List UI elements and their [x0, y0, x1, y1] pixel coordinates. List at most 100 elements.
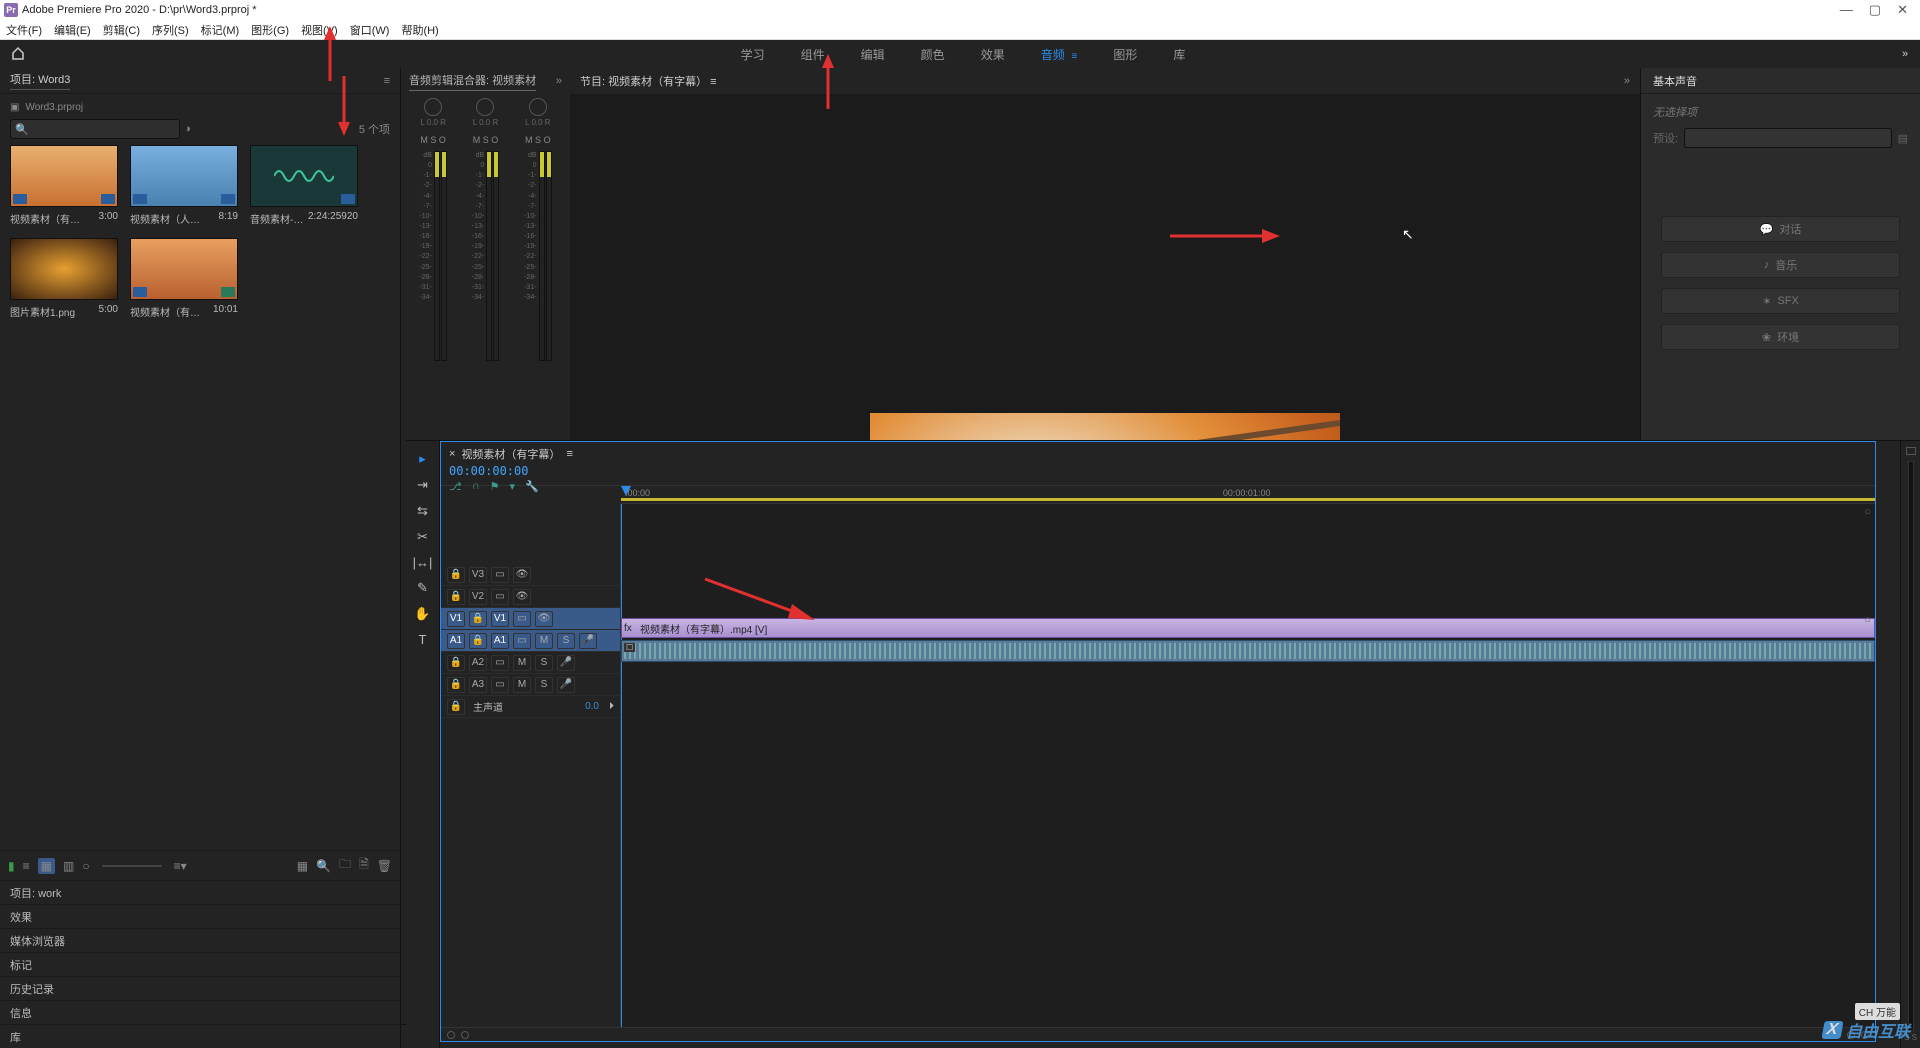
voice-icon[interactable]: 🎤 — [579, 633, 597, 649]
solo-button[interactable]: S — [483, 135, 489, 145]
type-tool[interactable]: T — [419, 632, 427, 647]
voice-icon[interactable]: 🎤 — [557, 677, 575, 693]
master-value[interactable]: 0.0 — [585, 701, 599, 712]
filter-button[interactable]: ◑ — [184, 123, 191, 135]
solo-label[interactable]: S — [535, 677, 553, 693]
lock-icon[interactable]: 🔒 — [469, 633, 487, 649]
minimize-button[interactable]: — — [1840, 2, 1853, 18]
menu-file[interactable]: 文件(F) — [6, 22, 42, 38]
program-title[interactable]: 节目: 视频素材（有字幕） ≡ — [580, 73, 717, 89]
menu-window[interactable]: 窗口(W) — [350, 22, 390, 38]
razor-tool[interactable]: ✂ — [417, 529, 428, 545]
wk-tab-audio[interactable]: 音频 ≡ — [1037, 42, 1082, 67]
find-button[interactable]: 🔍 — [316, 859, 331, 873]
panel-tab-project-work[interactable]: 项目: work — [0, 880, 400, 904]
wk-overflow-button[interactable]: » — [1890, 48, 1920, 60]
panel-menu-icon[interactable]: ≡ — [384, 75, 390, 87]
record-button[interactable]: O — [544, 135, 551, 145]
lock-icon[interactable]: 🔒 — [469, 611, 487, 627]
settings-button[interactable]: ▾ — [509, 480, 515, 493]
auto-match-button[interactable]: ▦ — [297, 859, 308, 873]
essential-sound-header[interactable]: 基本声音 — [1641, 68, 1920, 94]
lock-icon[interactable]: 🔒 — [447, 567, 465, 583]
track-a1[interactable]: A1 — [491, 633, 509, 649]
menu-edit[interactable]: 编辑(E) — [54, 22, 91, 38]
panel-tab-library[interactable]: 库 — [0, 1024, 400, 1048]
solo-label[interactable]: S — [557, 633, 575, 649]
bin-icon[interactable]: ▣ — [10, 102, 19, 113]
mute-button[interactable]: M — [473, 135, 481, 145]
panel-tab-info[interactable]: 信息 — [0, 1000, 400, 1024]
media-item[interactable]: 视频素材（人…8:19 — [130, 145, 238, 226]
record-button[interactable]: O — [439, 135, 446, 145]
media-item[interactable]: 音频素材-…2:24:25920 — [250, 145, 358, 226]
media-item[interactable]: 视频素材（有…10:01 — [130, 238, 238, 319]
menu-sequence[interactable]: 序列(S) — [152, 22, 189, 38]
timeline-scrollbar[interactable] — [441, 1027, 1875, 1041]
track-a2[interactable]: A2 — [469, 655, 487, 671]
timeline-ruler[interactable]: :00:00 00:00:01:00 — [621, 486, 1875, 504]
wrench-button[interactable]: 🔧 — [525, 480, 539, 493]
eye-icon[interactable]: 👁 — [513, 589, 531, 605]
mute-label[interactable]: M — [535, 633, 553, 649]
mute-button[interactable]: M — [420, 135, 428, 145]
menu-view[interactable]: 视图(V) — [301, 22, 338, 38]
mute-button[interactable]: M — [525, 135, 533, 145]
timeline-tab[interactable]: 视频素材（有字幕） — [461, 446, 560, 462]
new-bin-button[interactable]: 🗀 — [339, 855, 351, 876]
solo-button[interactable]: S — [430, 135, 436, 145]
toggle-output-icon[interactable]: ▭ — [491, 677, 509, 693]
audio-clip[interactable]: ☐ — [621, 640, 1875, 662]
ess-music-button[interactable]: ♪音乐 — [1661, 252, 1900, 278]
track-a3[interactable]: A3 — [469, 677, 487, 693]
toggle-output-icon[interactable]: ▭ — [491, 655, 509, 671]
track-v3[interactable]: V3 — [469, 567, 487, 583]
toggle-output-icon[interactable]: ▭ — [513, 611, 531, 627]
pan-knob[interactable] — [424, 98, 442, 116]
track-select-tool[interactable]: ⇥ — [417, 477, 428, 493]
home-button[interactable] — [0, 40, 36, 68]
voice-icon[interactable]: 🎤 — [557, 655, 575, 671]
toggle-output-icon[interactable]: ▭ — [491, 567, 509, 583]
project-breadcrumb[interactable]: Word3.prproj — [25, 102, 83, 113]
pan-knob[interactable] — [476, 98, 494, 116]
media-item[interactable]: 视频素材（有…3:00 — [10, 145, 118, 226]
selection-tool[interactable]: ▸ — [419, 451, 426, 467]
wk-tab-assembly[interactable]: 组件 — [797, 42, 829, 67]
expand-icon[interactable]: ⏵ — [609, 701, 614, 712]
playhead-line[interactable] — [621, 504, 622, 1027]
eye-icon[interactable]: 👁 — [513, 567, 531, 583]
wk-tab-learn[interactable]: 学习 — [737, 42, 769, 67]
menu-help[interactable]: 帮助(H) — [401, 22, 438, 38]
freeform-view-button[interactable]: ▥ — [63, 859, 74, 873]
lock-icon[interactable]: 🔒 — [447, 677, 465, 693]
link-button[interactable]: ∩ — [472, 480, 480, 493]
video-clip[interactable]: fx视频素材（有字幕）.mp4 [V] — [621, 618, 1875, 638]
preset-menu-icon[interactable]: ▤ — [1898, 132, 1908, 145]
preset-dropdown[interactable] — [1684, 128, 1892, 148]
eye-icon[interactable]: 👁 — [535, 611, 553, 627]
toggle-output-icon[interactable]: ▭ — [513, 633, 531, 649]
ess-sfx-button[interactable]: ✶SFX — [1661, 288, 1900, 314]
hand-tool[interactable]: ✋ — [414, 606, 430, 622]
maximize-button[interactable]: ▢ — [1869, 2, 1881, 18]
panel-overflow-icon[interactable]: » — [1624, 75, 1630, 87]
trash-button[interactable]: 🗑 — [377, 859, 392, 873]
track-v2[interactable]: V2 — [469, 589, 487, 605]
menu-clip[interactable]: 剪辑(C) — [103, 22, 140, 38]
ess-ambience-button[interactable]: ❀环境 — [1661, 324, 1900, 350]
menu-marker[interactable]: 标记(M) — [201, 22, 240, 38]
slip-tool[interactable]: |↔| — [413, 555, 433, 570]
marker-button[interactable]: ⚑ — [490, 480, 500, 493]
master-track[interactable]: 主声道 — [469, 699, 581, 714]
timeline-content[interactable]: fx视频素材（有字幕）.mp4 [V] ☐ ○ ○ — [621, 504, 1875, 1027]
wk-tab-edit[interactable]: 编辑 — [857, 42, 889, 67]
project-search-input[interactable]: 🔍 — [10, 119, 180, 139]
source-patch-v1[interactable]: V1 — [447, 611, 465, 627]
icon-view-button[interactable]: ▦ — [38, 858, 55, 874]
mute-label[interactable]: M — [513, 655, 531, 671]
wk-tab-color[interactable]: 颜色 — [917, 42, 949, 67]
lock-icon[interactable]: 🔒 — [447, 655, 465, 671]
wk-tab-library[interactable]: 库 — [1169, 42, 1189, 67]
close-button[interactable]: ✕ — [1897, 2, 1908, 18]
